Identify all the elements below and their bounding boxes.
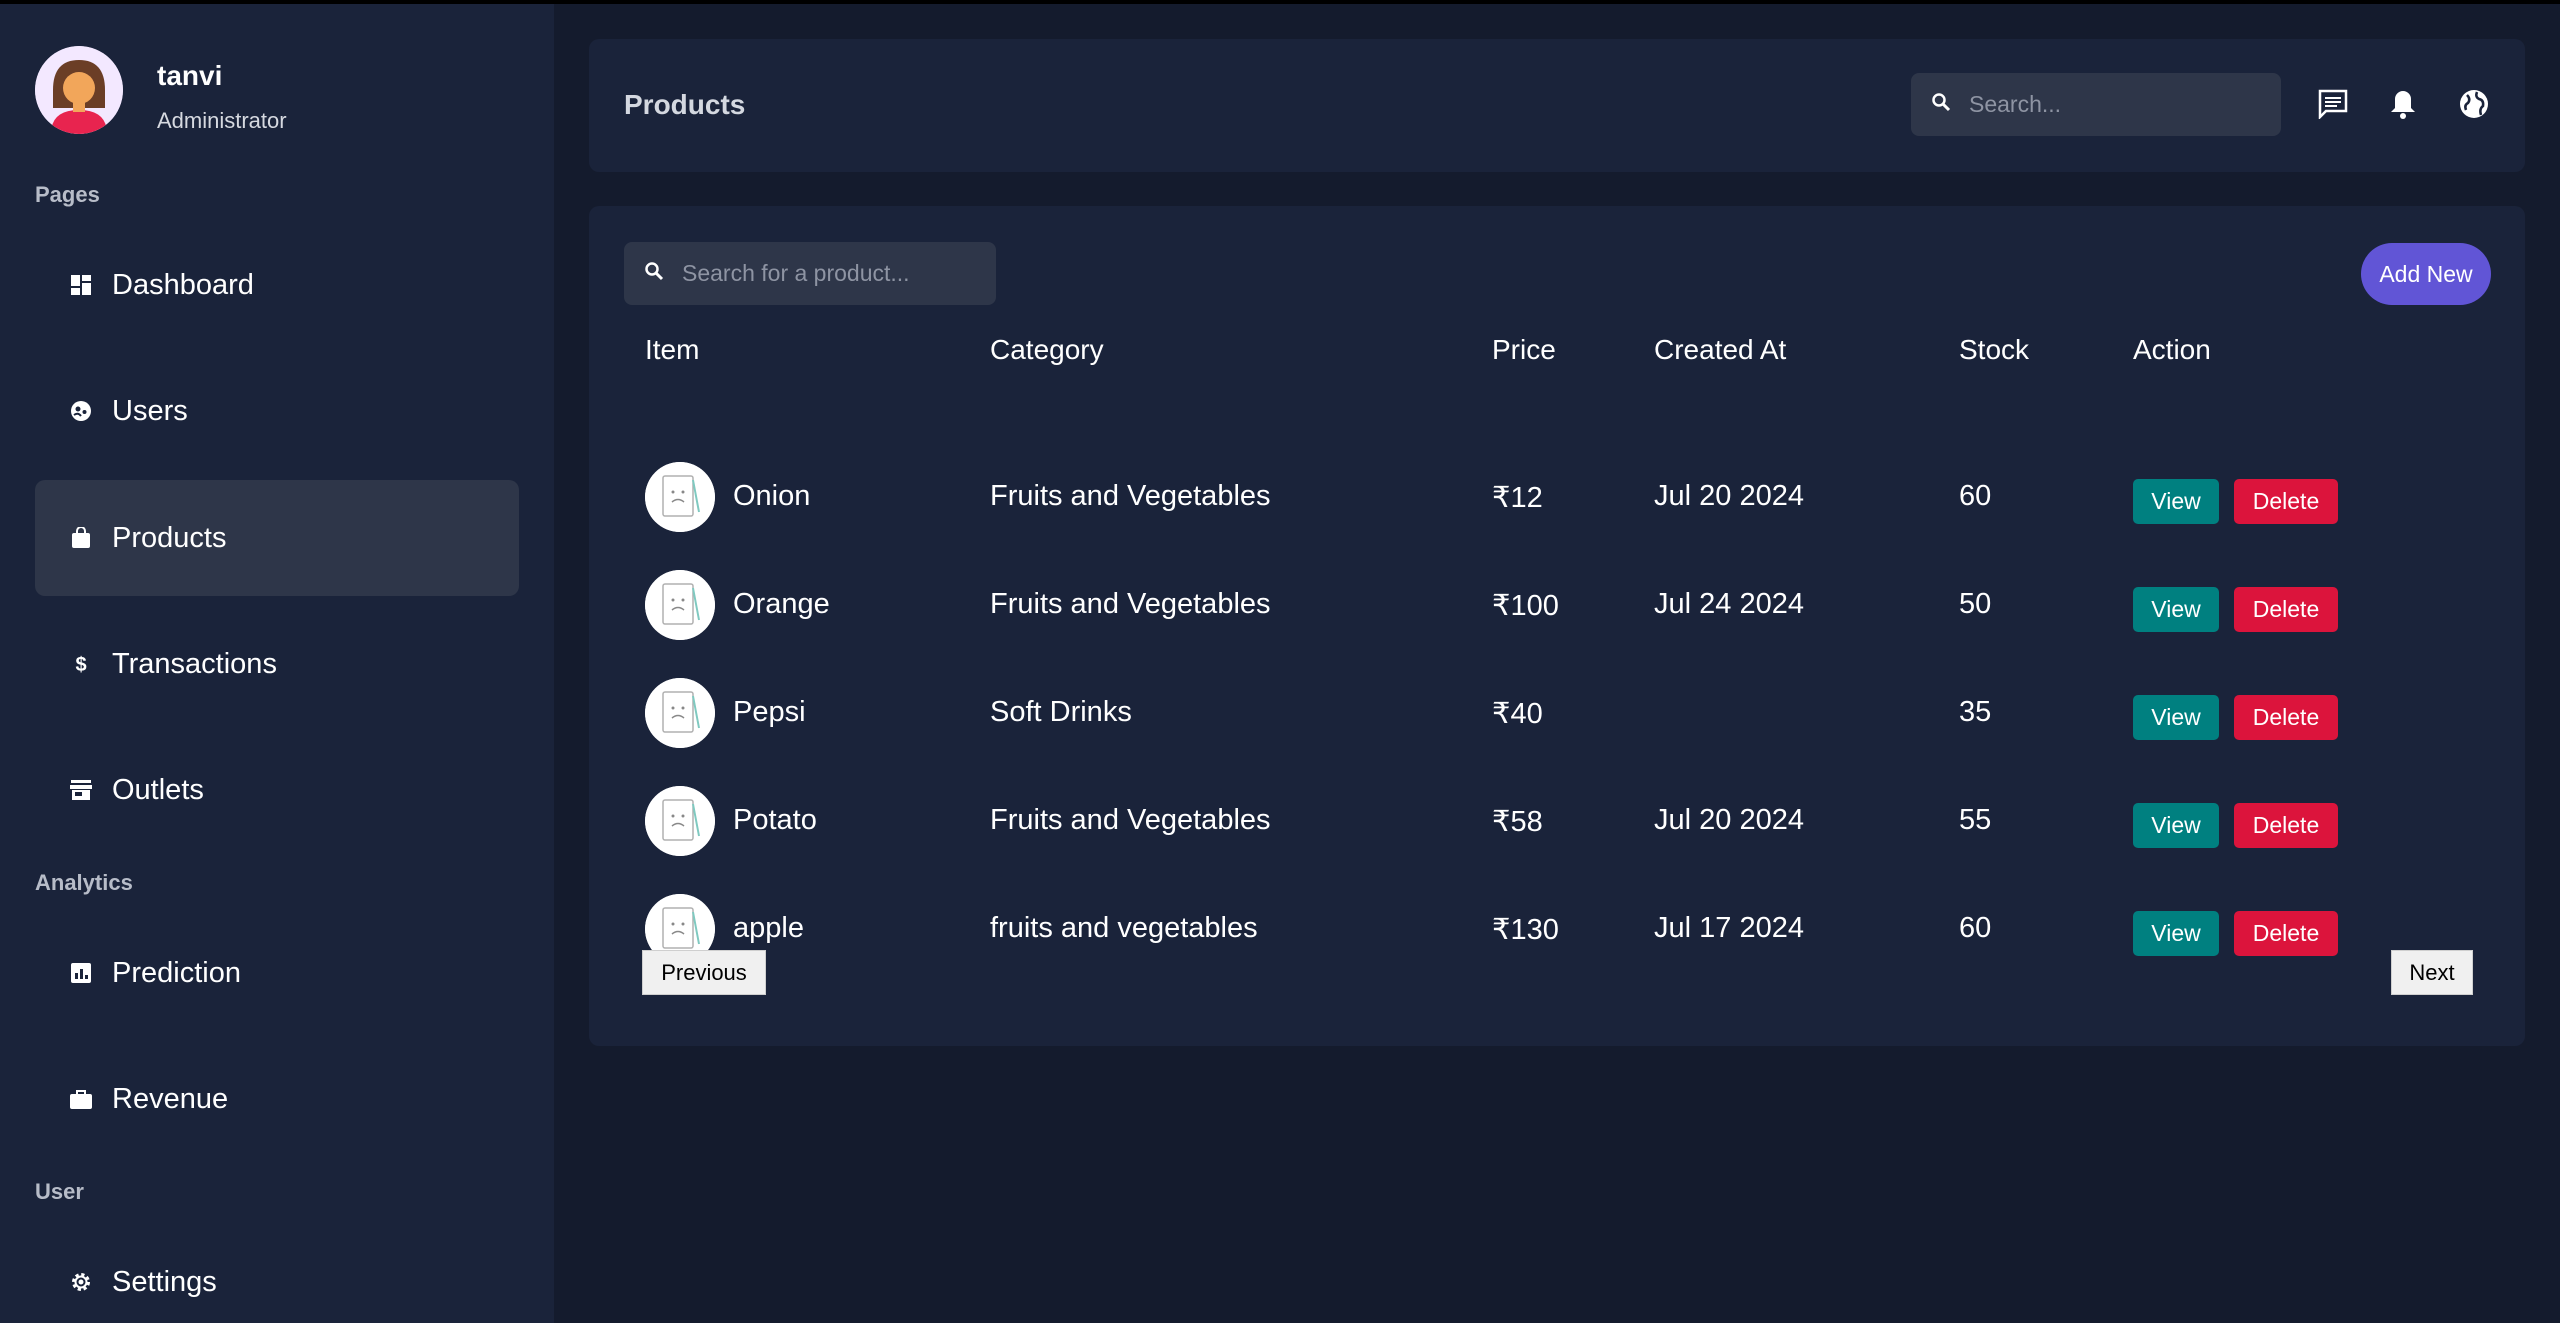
chat-icon[interactable] bbox=[2316, 87, 2350, 121]
sidebar-item-label: Users bbox=[112, 394, 188, 427]
product-image-icon bbox=[645, 570, 715, 640]
view-button[interactable]: View bbox=[2133, 479, 2219, 524]
section-label-user: User bbox=[35, 1179, 84, 1204]
user-profile: tanvi Administrator bbox=[35, 46, 515, 142]
sidebar-item-label: Prediction bbox=[112, 956, 241, 989]
table-row: Potato Fruits and Vegetables ₹58 Jul 20 202… bbox=[589, 766, 2525, 874]
cell-created-at: Jul 20 2024 bbox=[1654, 480, 1804, 512]
cell-stock: 35 bbox=[1959, 696, 1992, 728]
sidebar-item-outlets[interactable]: Outlets bbox=[35, 732, 519, 848]
delete-button[interactable]: Delete bbox=[2234, 803, 2338, 848]
briefcase-icon bbox=[70, 1088, 92, 1110]
delete-button[interactable]: Delete bbox=[2234, 587, 2338, 632]
user-avatar-icon bbox=[35, 46, 123, 134]
section-label-pages: Pages bbox=[35, 182, 100, 207]
sidebar-item-transactions[interactable]: $ Transactions bbox=[35, 606, 519, 722]
previous-button[interactable]: Previous bbox=[642, 950, 766, 995]
product-search[interactable] bbox=[624, 242, 996, 305]
table-row: apple fruits and vegetables ₹130 Jul 17 202… bbox=[589, 874, 2525, 982]
add-new-button[interactable]: Add New bbox=[2361, 243, 2491, 305]
store-icon bbox=[70, 779, 92, 801]
cell-item: apple bbox=[733, 912, 804, 944]
view-button[interactable]: View bbox=[2133, 911, 2219, 956]
column-header-item: Item bbox=[645, 334, 700, 365]
page-title: Products bbox=[624, 89, 746, 120]
product-image-icon bbox=[645, 462, 715, 532]
cell-price: ₹130 bbox=[1492, 914, 1559, 946]
search-icon bbox=[644, 261, 664, 286]
sidebar-item-products[interactable]: Products bbox=[35, 480, 519, 596]
cell-stock: 55 bbox=[1959, 804, 1992, 836]
next-button[interactable]: Next bbox=[2391, 950, 2473, 995]
gear-icon bbox=[70, 1271, 92, 1293]
product-image-icon bbox=[645, 678, 715, 748]
delete-button[interactable]: Delete bbox=[2234, 911, 2338, 956]
column-header-stock: Stock bbox=[1959, 334, 2030, 365]
sidebar-item-revenue[interactable]: Revenue bbox=[35, 1041, 519, 1157]
cell-created-at: Jul 17 2024 bbox=[1654, 912, 1804, 944]
cell-price: ₹40 bbox=[1492, 698, 1543, 730]
cell-stock: 60 bbox=[1959, 912, 1992, 944]
global-search-input[interactable] bbox=[1969, 91, 2229, 118]
cell-item: Pepsi bbox=[733, 696, 806, 728]
sidebar-item-prediction[interactable]: Prediction bbox=[35, 915, 519, 1031]
section-label-analytics: Analytics bbox=[35, 870, 133, 895]
cell-price: ₹100 bbox=[1492, 590, 1559, 622]
column-header-price: Price bbox=[1492, 334, 1556, 365]
cell-category: Fruits and Vegetables bbox=[990, 480, 1271, 512]
dollar-icon: $ bbox=[70, 653, 92, 676]
view-button[interactable]: View bbox=[2133, 803, 2219, 848]
sidebar-item-label: Transactions bbox=[112, 647, 277, 680]
globe-icon[interactable] bbox=[2457, 87, 2491, 121]
users-icon bbox=[70, 400, 92, 422]
cell-item: Potato bbox=[733, 804, 817, 836]
search-icon bbox=[1931, 92, 1951, 117]
cell-stock: 60 bbox=[1959, 480, 1992, 512]
products-panel: Add New Item Category Price Created At S… bbox=[589, 206, 2525, 1046]
sidebar-item-label: Revenue bbox=[112, 1082, 229, 1115]
cell-created-at: Jul 20 2024 bbox=[1654, 804, 1804, 836]
column-header-action: Action bbox=[2133, 334, 2211, 365]
cell-category: fruits and vegetables bbox=[990, 912, 1258, 944]
product-image-icon bbox=[645, 786, 715, 856]
profile-name: tanvi bbox=[157, 60, 223, 91]
view-button[interactable]: View bbox=[2133, 587, 2219, 632]
sidebar-item-label: Settings bbox=[112, 1265, 217, 1298]
sidebar-item-label: Outlets bbox=[112, 773, 204, 806]
table-row: Pepsi Soft Drinks ₹40 35 View Delete bbox=[589, 658, 2525, 766]
global-search[interactable] bbox=[1911, 73, 2281, 136]
cell-created-at: Jul 24 2024 bbox=[1654, 588, 1804, 620]
column-header-category: Category bbox=[990, 334, 1104, 365]
sidebar: tanvi Administrator Pages Dashboard User… bbox=[0, 4, 554, 1323]
cell-price: ₹12 bbox=[1492, 482, 1543, 514]
cell-stock: 50 bbox=[1959, 588, 1992, 620]
bar-chart-icon bbox=[70, 962, 92, 984]
dashboard-icon bbox=[70, 274, 92, 296]
cell-category: Fruits and Vegetables bbox=[990, 588, 1271, 620]
view-button[interactable]: View bbox=[2133, 695, 2219, 740]
table-row: Orange Fruits and Vegetables ₹100 Jul 24 20… bbox=[589, 550, 2525, 658]
sidebar-item-label: Dashboard bbox=[112, 268, 254, 301]
delete-button[interactable]: Delete bbox=[2234, 479, 2338, 524]
cell-item: Orange bbox=[733, 588, 830, 620]
sidebar-item-label: Products bbox=[112, 521, 227, 554]
product-search-input[interactable] bbox=[682, 260, 942, 287]
profile-role: Administrator bbox=[157, 108, 287, 133]
sidebar-item-users[interactable]: Users bbox=[35, 353, 519, 469]
table-row: Onion Fruits and Vegetables ₹12 Jul 20 2024… bbox=[589, 442, 2525, 550]
cell-category: Soft Drinks bbox=[990, 696, 1132, 728]
sidebar-item-dashboard[interactable]: Dashboard bbox=[35, 227, 519, 343]
shopping-bag-icon bbox=[70, 527, 92, 549]
top-header: Products bbox=[589, 39, 2525, 172]
cell-item: Onion bbox=[733, 480, 811, 512]
bell-icon[interactable] bbox=[2386, 87, 2420, 121]
column-header-created-at: Created At bbox=[1654, 334, 1787, 365]
delete-button[interactable]: Delete bbox=[2234, 695, 2338, 740]
cell-price: ₹58 bbox=[1492, 806, 1543, 838]
svg-text:$: $ bbox=[75, 654, 86, 676]
cell-category: Fruits and Vegetables bbox=[990, 804, 1271, 836]
sidebar-item-settings[interactable]: Settings bbox=[35, 1224, 519, 1323]
